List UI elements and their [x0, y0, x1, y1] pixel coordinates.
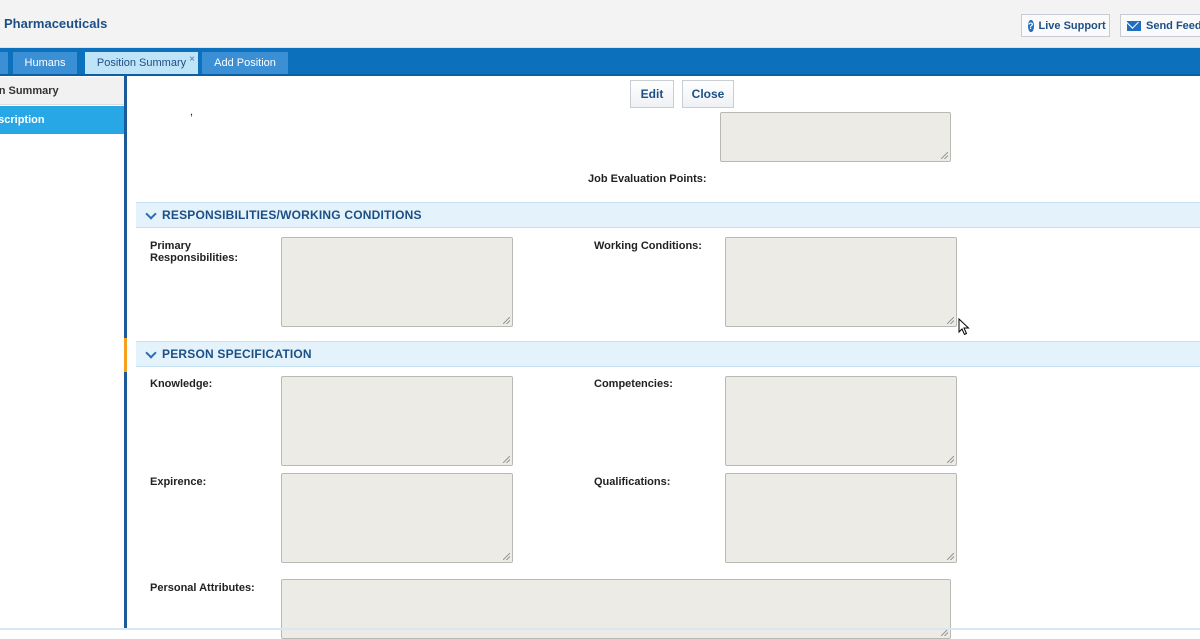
question-circle-icon: ? — [1028, 19, 1034, 32]
tab-label: Add Position — [214, 57, 276, 69]
primary-responsibilities-label: Primary Responsibilities: — [150, 240, 239, 264]
tab-close-icon[interactable]: × — [189, 54, 195, 65]
person-specification-section-header[interactable]: PERSON SPECIFICATION — [136, 341, 1200, 367]
section-title: RESPONSIBILITIES/WORKING CONDITIONS — [162, 208, 422, 222]
job-evaluation-points-label: Job Evaluation Points: — [588, 173, 707, 185]
sidebar-item-position-summary[interactable]: on Summary — [0, 77, 124, 105]
personal-attributes-textarea[interactable] — [281, 579, 951, 639]
chevron-down-icon — [146, 350, 155, 359]
responsibilities-section-header[interactable]: RESPONSIBILITIES/WORKING CONDITIONS — [136, 202, 1200, 228]
send-feedback-label: Send Feedb — [1146, 19, 1200, 32]
sidebar-item-job-description[interactable]: escription — [0, 106, 124, 134]
competencies-label: Competencies: — [594, 378, 673, 390]
tab-partial-left[interactable] — [0, 52, 8, 74]
envelope-icon — [1127, 20, 1141, 31]
left-sidebar: on Summary escription — [0, 76, 124, 630]
truncated-mark: , — [190, 106, 194, 118]
knowledge-textarea[interactable] — [281, 376, 513, 466]
app-brand-title: Pharmaceuticals — [4, 16, 108, 31]
section-title: PERSON SPECIFICATION — [162, 347, 312, 361]
competencies-textarea[interactable] — [725, 376, 957, 466]
tab-label: Position Summary — [96, 57, 187, 69]
tab-label: Humans — [24, 57, 66, 69]
top-header: Pharmaceuticals ? Live Support Send Feed… — [0, 0, 1200, 48]
chevron-down-icon — [146, 211, 155, 220]
live-support-button[interactable]: ? Live Support — [1021, 14, 1110, 37]
working-conditions-label: Working Conditions: — [594, 240, 702, 252]
tab-humans[interactable]: Humans — [13, 52, 77, 74]
knowledge-label: Knowledge: — [150, 378, 213, 390]
primary-responsibilities-textarea[interactable] — [281, 237, 513, 327]
job-evaluation-textarea[interactable] — [720, 112, 951, 162]
tab-strip: Humans Position Summary × Add Position — [0, 48, 1200, 74]
experience-label: Expirence: — [150, 476, 207, 488]
qualifications-textarea[interactable] — [725, 473, 957, 563]
sidebar-item-label: on Summary — [0, 84, 59, 97]
tab-position-summary[interactable]: Position Summary × — [85, 52, 198, 74]
personal-attributes-label: Personal Attributes: — [150, 582, 255, 594]
mouse-pointer-icon — [958, 318, 970, 336]
send-feedback-button[interactable]: Send Feedb — [1120, 14, 1200, 37]
live-support-label: Live Support — [1038, 19, 1106, 32]
tab-add-position[interactable]: Add Position — [202, 52, 288, 74]
edit-button[interactable]: Edit — [630, 80, 674, 108]
experience-textarea[interactable] — [281, 473, 513, 563]
main-content: Edit Close , Job Evaluation Points: RESP… — [127, 76, 1200, 639]
sidebar-item-label: escription — [0, 114, 45, 126]
close-button[interactable]: Close — [682, 80, 734, 108]
working-conditions-textarea[interactable] — [725, 237, 957, 327]
qualifications-label: Qualifications: — [594, 476, 671, 488]
